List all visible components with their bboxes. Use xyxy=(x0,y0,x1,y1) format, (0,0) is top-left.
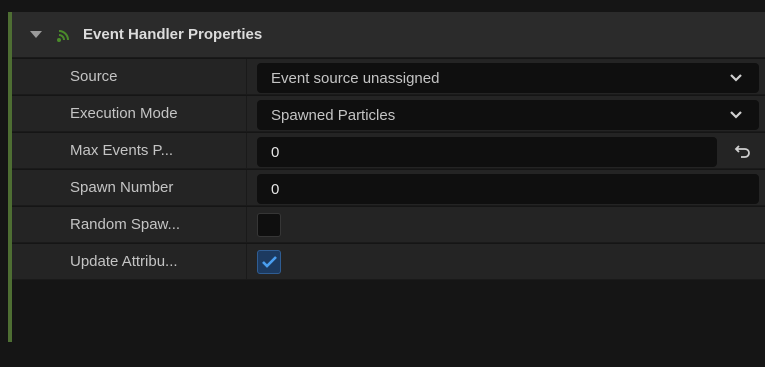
dropdown-value: Spawned Particles xyxy=(271,106,396,124)
property-row-random-spawn: Random Spaw... xyxy=(12,207,765,243)
input-value: 0 xyxy=(271,143,280,161)
property-row-source: Source Event source unassigned xyxy=(12,59,765,95)
column-divider[interactable] xyxy=(246,170,247,206)
property-label: Max Events P... xyxy=(70,142,174,159)
details-panel: Event Handler Properties Source Event so… xyxy=(0,0,765,367)
property-row-update-attributes: Update Attribu... xyxy=(12,244,765,280)
triangle-down-icon[interactable] xyxy=(30,31,42,38)
input-value: 0 xyxy=(271,180,280,198)
reset-arrow-icon[interactable] xyxy=(734,143,752,159)
panel-footer xyxy=(0,342,765,367)
column-divider[interactable] xyxy=(246,59,247,95)
spawn-number-input[interactable]: 0 xyxy=(257,174,759,204)
chevron-down-icon xyxy=(730,111,742,119)
column-divider[interactable] xyxy=(246,244,247,280)
chevron-down-icon xyxy=(730,74,742,82)
property-label: Source xyxy=(70,68,118,85)
section-header[interactable]: Event Handler Properties xyxy=(12,12,765,58)
column-divider[interactable] xyxy=(246,207,247,243)
random-spawn-checkbox[interactable] xyxy=(257,213,281,237)
dropdown-value: Event source unassigned xyxy=(271,69,440,87)
property-label: Spawn Number xyxy=(70,179,174,196)
section-title: Event Handler Properties xyxy=(83,26,263,43)
column-divider[interactable] xyxy=(246,96,247,132)
checkmark-icon xyxy=(262,256,277,268)
update-attributes-checkbox[interactable] xyxy=(257,250,281,274)
max-events-input[interactable]: 0 xyxy=(257,137,717,167)
execution-mode-dropdown[interactable]: Spawned Particles xyxy=(257,100,759,130)
column-divider[interactable] xyxy=(246,133,247,169)
source-dropdown[interactable]: Event source unassigned xyxy=(257,63,759,93)
property-label: Random Spaw... xyxy=(70,216,181,233)
property-label: Update Attribu... xyxy=(70,253,178,270)
property-label: Execution Mode xyxy=(70,105,178,122)
property-row-max-events: Max Events P... 0 xyxy=(12,133,765,169)
property-row-execution-mode: Execution Mode Spawned Particles xyxy=(12,96,765,132)
event-handler-icon xyxy=(57,29,69,42)
property-row-spawn-number: Spawn Number 0 xyxy=(12,170,765,206)
